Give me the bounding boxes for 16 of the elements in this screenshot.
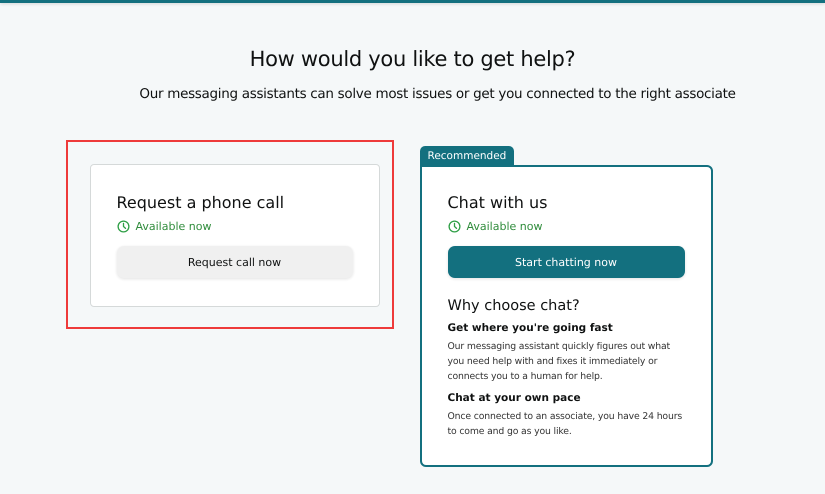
recommended-badge: Recommended [420,146,514,165]
clock-icon [448,220,460,233]
start-chat-button[interactable]: Start chatting now [448,246,684,278]
page-title: How would you like to get help? [250,47,576,71]
availability-status: Available now [136,220,212,233]
point-title: Get where you're going fast [448,322,614,334]
card-heading: Request a phone call [116,193,286,212]
point-title: Chat at your own pace [448,392,582,404]
request-call-button[interactable]: Request call now [116,246,352,278]
page-subtitle: Our messaging assistants can solve most issues or get you connected to the right associate [138,86,736,102]
availability-status: Available now [466,220,542,233]
point-text: Our messaging assistant quickly figures out what you need help with and fixes it immediately or connects you to a human for help. [448,340,672,384]
card-heading: Chat with us [448,193,548,212]
point-text: Once connected to an associate, you have 24 hours to come and go as you like. [448,410,684,439]
section-heading: Why choose chat? [448,298,581,314]
clock-icon [116,220,130,233]
